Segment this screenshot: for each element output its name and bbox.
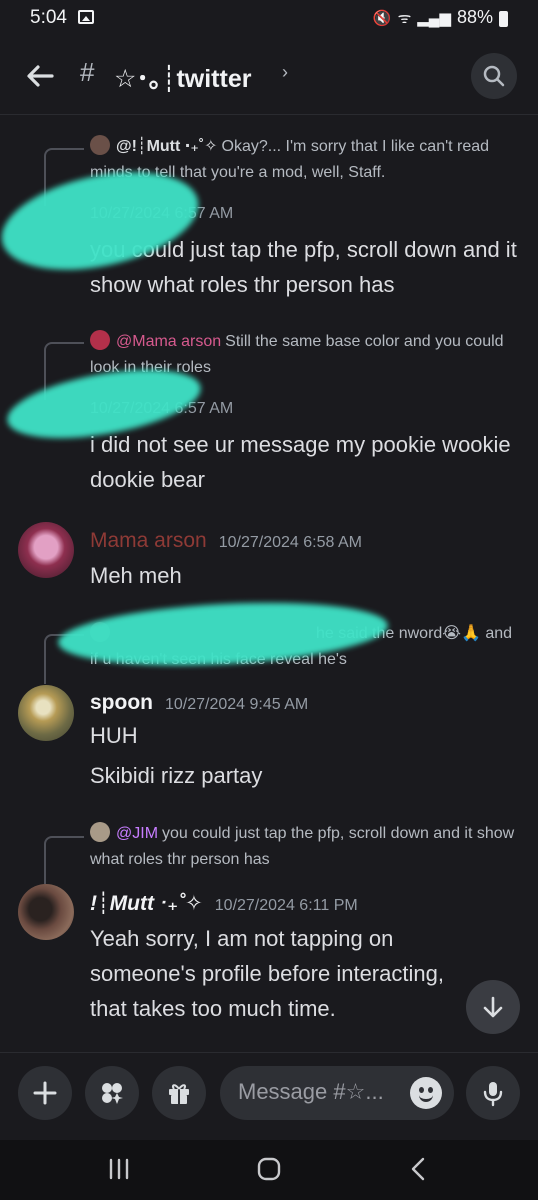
back-nav-icon[interactable]: [406, 1156, 432, 1182]
mute-icon: 🔇: [372, 9, 392, 27]
reply-avatar: [90, 822, 110, 842]
battery-percent: 88%: [456, 7, 493, 27]
message-timestamp: 10/27/2024 6:11 PM: [214, 897, 358, 914]
reply-preview[interactable]: @JIM you could just tap the pfp, scroll d…: [90, 821, 520, 873]
message-author[interactable]: Mama arson: [90, 529, 207, 552]
apps-button[interactable]: [85, 1066, 139, 1120]
voice-message-button[interactable]: [466, 1066, 520, 1120]
status-time: 5:04: [30, 7, 67, 28]
message-placeholder: Message #☆...: [238, 1079, 384, 1104]
message-author[interactable]: spoon: [90, 691, 153, 714]
gift-button[interactable]: [152, 1066, 206, 1120]
message-text: i did not see ur message my pookie wooki…: [90, 432, 511, 492]
status-bar: 5:04 🔇 ᯤ ▂▄▆ 88%: [0, 0, 538, 36]
reply-connector: [44, 836, 84, 884]
search-icon: [483, 65, 505, 87]
image-notification-icon: [78, 10, 94, 24]
jump-to-bottom-button[interactable]: [466, 980, 520, 1034]
wifi-icon: ᯤ: [397, 9, 412, 27]
channel-name[interactable]: ☆･｡┊twitter: [114, 59, 251, 95]
arrow-down-icon: [483, 996, 503, 1018]
message-author[interactable]: !┊Mutt ‧₊˚✧: [90, 892, 203, 915]
channel-header: # ☆･｡┊twitter ›: [0, 44, 538, 108]
avatar[interactable]: [18, 522, 74, 578]
gift-icon: [169, 1084, 189, 1104]
plus-icon: [33, 1081, 57, 1105]
add-attachment-button[interactable]: [18, 1066, 72, 1120]
message-header: Mama arson 10/27/2024 6:58 AM: [90, 529, 362, 553]
avatar[interactable]: [18, 685, 74, 741]
battery-icon: [499, 10, 508, 27]
message-text: Yeah sorry, I am not tapping on someone'…: [90, 926, 444, 1021]
message-timestamp: 10/27/2024 9:45 AM: [165, 696, 309, 713]
apps-icon: [102, 1083, 123, 1104]
reply-author: @Mama arson: [116, 333, 222, 350]
signal-icon: ▂▄▆: [417, 9, 451, 27]
system-nav-bar: [0, 1140, 538, 1200]
message-text: Skibidi rizz partay: [90, 763, 263, 788]
message-text: Meh meh: [90, 563, 182, 588]
status-icons: 🔇 ᯤ ▂▄▆ 88%: [373, 7, 508, 28]
message-text: HUH: [90, 723, 138, 748]
search-button[interactable]: [471, 53, 517, 99]
header-divider: [0, 114, 538, 115]
emoji-button[interactable]: [410, 1077, 442, 1109]
reply-author: @JIM: [116, 825, 159, 842]
composer-divider: [0, 1052, 538, 1053]
home-icon[interactable]: [256, 1156, 282, 1182]
back-button[interactable]: [22, 58, 58, 94]
microphone-icon: [483, 1082, 503, 1107]
message-input[interactable]: Message #☆...: [220, 1066, 454, 1120]
reply-avatar: [90, 135, 110, 155]
reply-avatar: [90, 330, 110, 350]
recent-apps-icon[interactable]: [106, 1156, 132, 1182]
reply-author: @!┊Mutt ‧₊˚✧: [116, 138, 218, 155]
arrow-left-icon: [27, 65, 54, 87]
smiley-icon: [419, 1094, 433, 1102]
message-timestamp: 10/27/2024 6:58 AM: [218, 534, 362, 551]
message-header: !┊Mutt ‧₊˚✧ 10/27/2024 6:11 PM: [90, 891, 358, 916]
message-header: spoon 10/27/2024 9:45 AM: [90, 691, 308, 715]
channel-hash-icon: #: [80, 57, 95, 87]
avatar[interactable]: [18, 884, 74, 940]
chevron-right-icon[interactable]: ›: [282, 62, 288, 83]
